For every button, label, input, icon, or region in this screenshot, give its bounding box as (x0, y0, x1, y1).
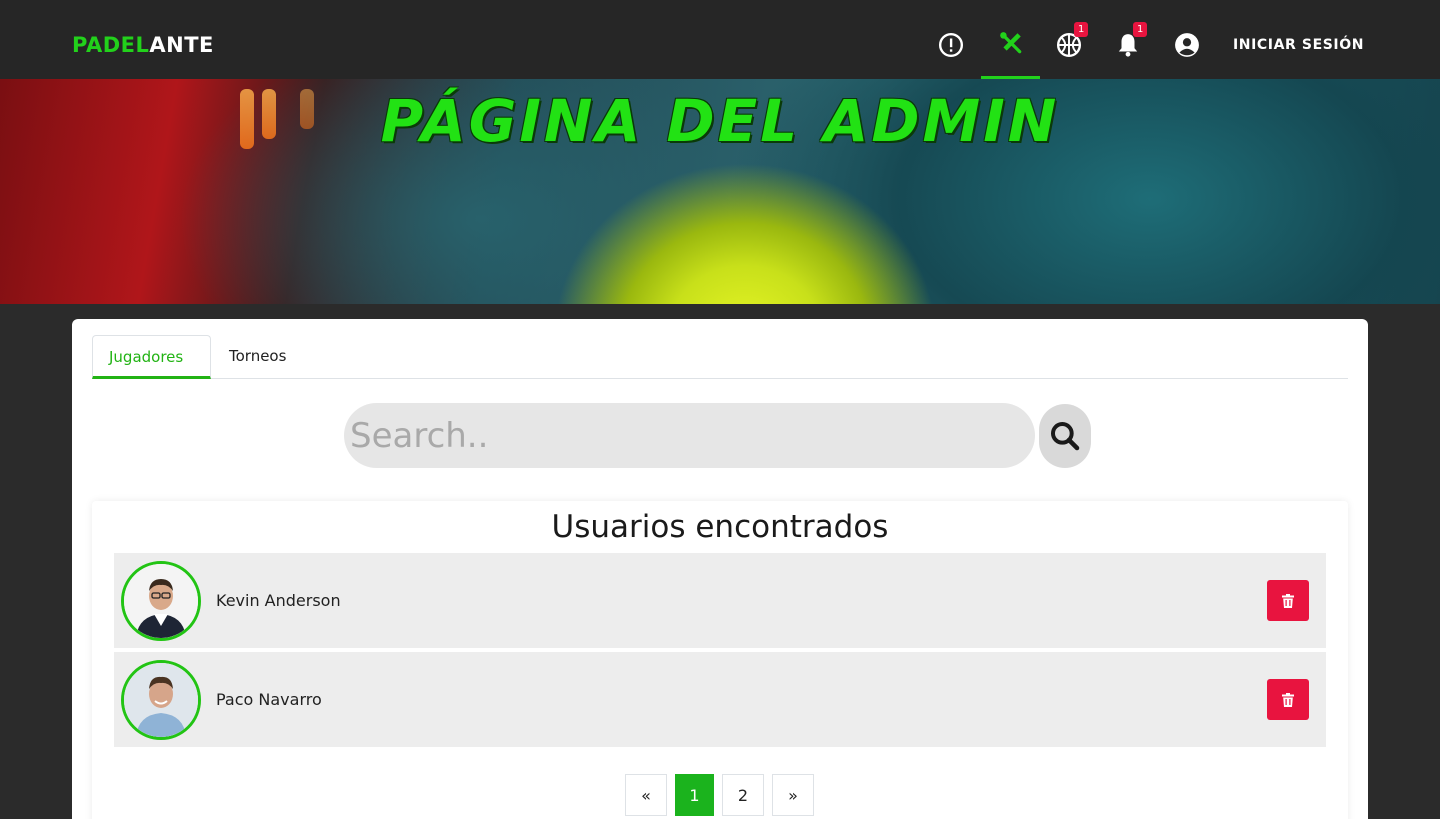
admin-panel: Jugadores Torneos Usuarios encontrados (72, 319, 1368, 819)
nav-profile[interactable] (1162, 24, 1212, 79)
nav-alerts[interactable] (926, 24, 976, 79)
notifications-badge: 1 (1133, 22, 1148, 37)
results-title: Usuarios encontrados (551, 509, 889, 545)
search-icon (1051, 422, 1080, 451)
tab-torneos[interactable]: Torneos (213, 335, 302, 379)
pagination-page-2[interactable]: 2 (722, 774, 764, 816)
user-name: Kevin Anderson (216, 591, 341, 610)
alert-icon (938, 32, 964, 58)
search-input[interactable] (344, 403, 1035, 468)
brand-part-2: ANTE (149, 33, 214, 57)
pagination-prev[interactable]: « (625, 774, 667, 816)
page-title: PÁGINA DEL ADMIN (380, 87, 1060, 155)
search-button[interactable] (1039, 404, 1091, 468)
user-row: Paco Navarro (114, 652, 1326, 747)
user-name: Paco Navarro (216, 690, 322, 709)
tools-icon (999, 32, 1021, 54)
brand-part-1: PADEL (72, 33, 150, 57)
user-row: Kevin Anderson (114, 553, 1326, 648)
hero-banner: PÁGINA DEL ADMIN (0, 79, 1440, 304)
nav-tournaments[interactable]: 1 (1044, 22, 1094, 79)
user-photo-icon (124, 564, 198, 638)
user-circle-icon (1175, 33, 1199, 57)
pagination: « 1 2 » (625, 774, 822, 816)
tab-bar: Jugadores Torneos (92, 335, 1348, 379)
avatar (121, 561, 201, 641)
tournaments-badge: 1 (1074, 22, 1089, 37)
tab-jugadores[interactable]: Jugadores (92, 335, 211, 379)
results-panel: Usuarios encontrados Kevin Anderson Paco… (92, 501, 1348, 819)
nav-admin-tools[interactable] (981, 24, 1040, 79)
navbar: PADELANTE 1 1 INICIAR SESIÓN (0, 0, 1440, 79)
pagination-next[interactable]: » (772, 774, 814, 816)
pagination-page-1[interactable]: 1 (675, 774, 714, 816)
trash-icon (1282, 593, 1294, 608)
nav-notifications[interactable]: 1 (1103, 22, 1153, 79)
user-photo-icon (124, 663, 198, 737)
brand-logo[interactable]: PADELANTE (72, 33, 214, 57)
avatar (121, 660, 201, 740)
trash-icon (1282, 692, 1294, 707)
delete-user-button[interactable] (1267, 679, 1309, 720)
login-link[interactable]: INICIAR SESIÓN (1233, 37, 1364, 53)
delete-user-button[interactable] (1267, 580, 1309, 621)
